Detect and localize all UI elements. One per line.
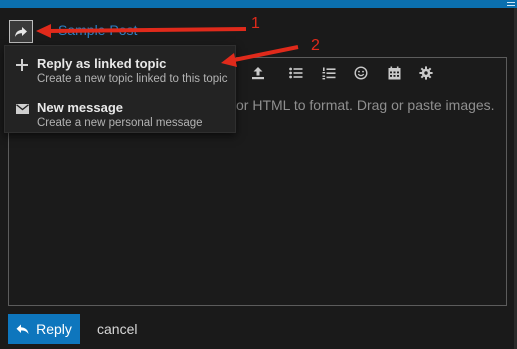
menu-item-description: Create a new personal message xyxy=(37,117,203,129)
menu-item-description: Create a new topic linked to this topic xyxy=(37,73,228,85)
plus-icon xyxy=(14,57,30,73)
annotation-label-1: 1 xyxy=(251,15,260,32)
annotation-label-2: 2 xyxy=(311,37,320,54)
envelope-icon xyxy=(14,101,30,117)
menu-item-title: New message xyxy=(37,100,123,115)
cancel-link[interactable]: cancel xyxy=(97,321,137,337)
topic-title-link[interactable]: Sample Post xyxy=(58,22,137,38)
reply-type-dropdown: Reply as linked topic Create a new topic… xyxy=(4,45,236,133)
menu-item-reply-as-linked-topic[interactable]: Reply as linked topic Create a new topic… xyxy=(5,50,235,90)
gear-icon[interactable] xyxy=(414,62,438,84)
menu-item-title: Reply as linked topic xyxy=(37,56,167,71)
editor-placeholder: or HTML to format. Drag or paste images. xyxy=(236,97,495,113)
reply-type-button[interactable] xyxy=(9,20,33,43)
emoji-icon[interactable] xyxy=(349,62,373,84)
share-arrow-icon xyxy=(15,26,27,37)
composer-top-bar[interactable] xyxy=(0,0,517,8)
reply-arrow-icon xyxy=(16,324,29,334)
upload-icon[interactable] xyxy=(246,62,270,84)
resize-grip-icon[interactable] xyxy=(507,2,515,6)
menu-item-new-message[interactable]: New message Create a new personal messag… xyxy=(5,94,235,134)
reply-button[interactable]: Reply xyxy=(8,314,80,344)
numbered-list-icon[interactable] xyxy=(317,62,341,84)
reply-button-label: Reply xyxy=(36,321,72,337)
bullet-list-icon[interactable] xyxy=(284,62,308,84)
calendar-icon[interactable] xyxy=(382,62,406,84)
